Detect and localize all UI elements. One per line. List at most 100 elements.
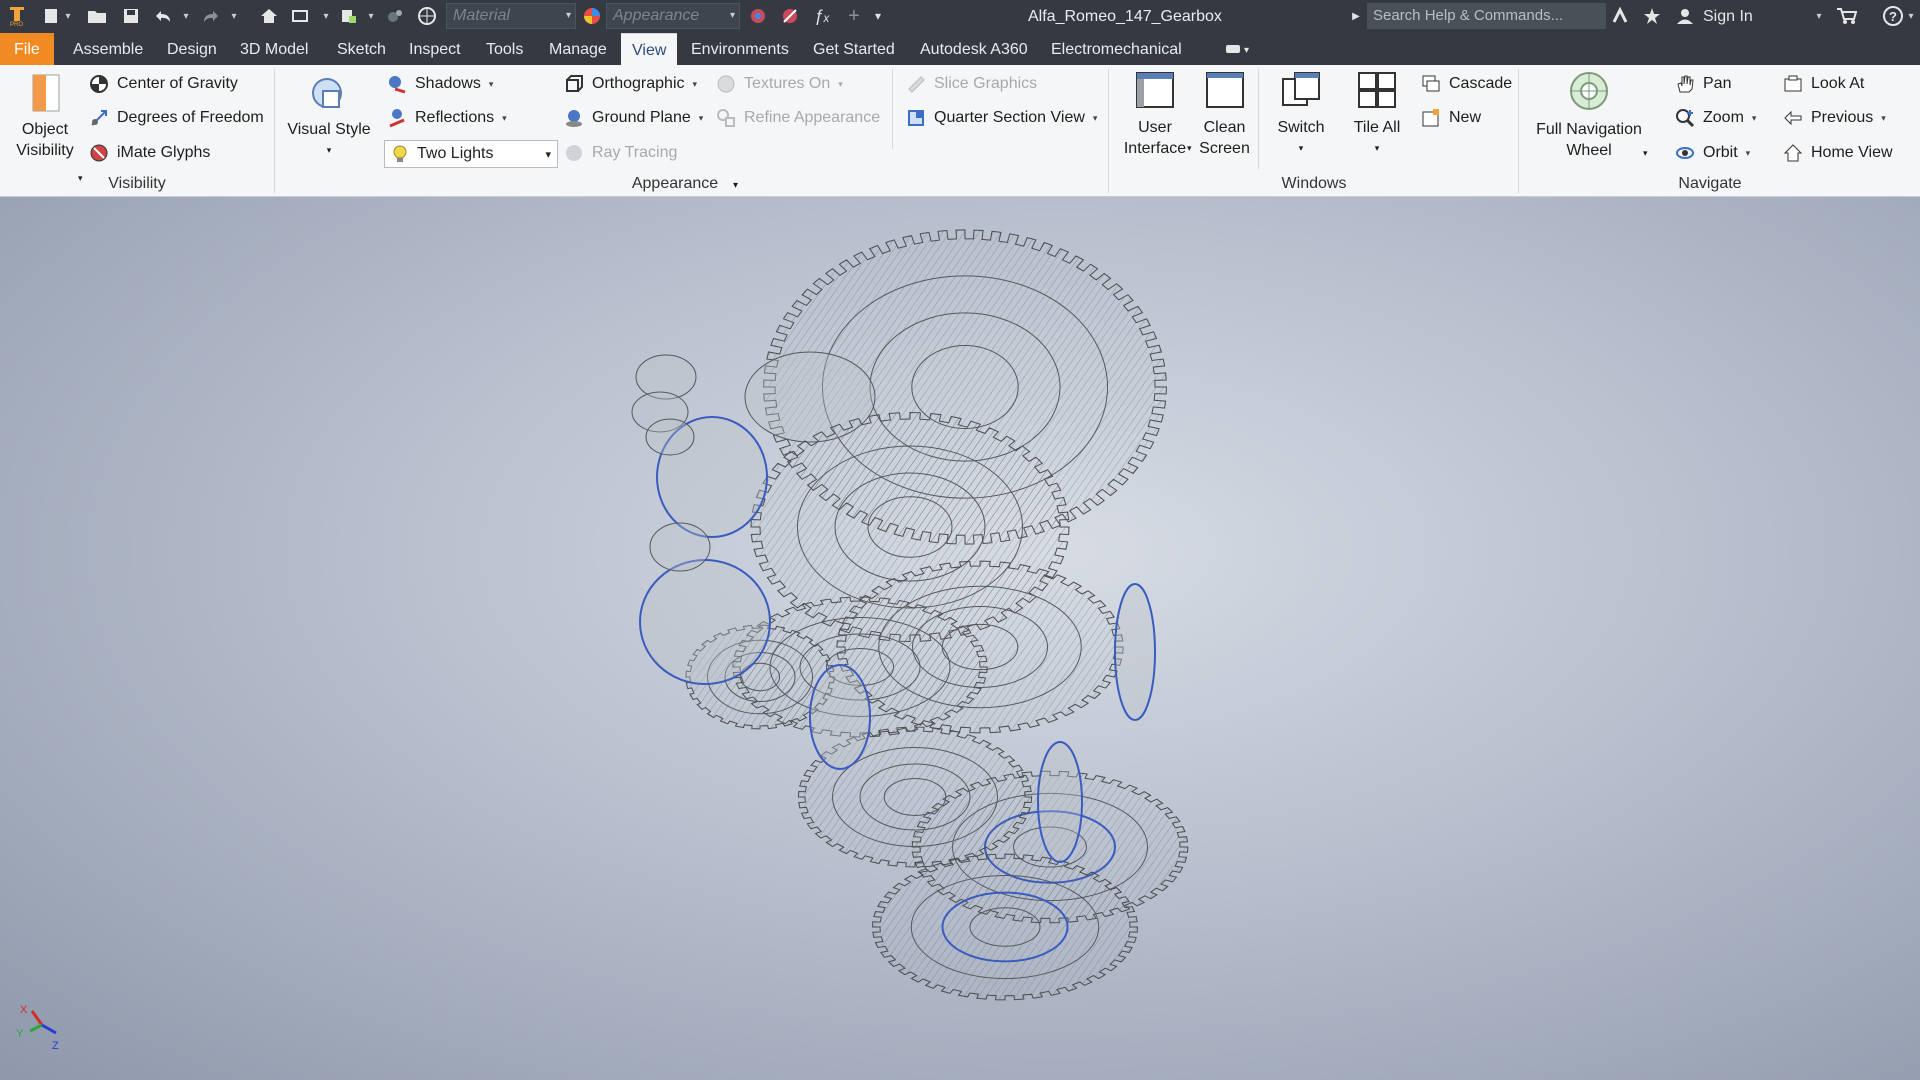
measure-icon[interactable]	[384, 4, 406, 28]
tab-assemble[interactable]: Assemble	[62, 33, 154, 65]
add-icon[interactable]: +	[843, 4, 865, 28]
visual-style-label: Visual Style	[287, 121, 371, 138]
navigation-wheel-dropdown-icon[interactable]: ▾	[1643, 140, 1648, 166]
ribbon-display-options-icon[interactable]: ▾	[1222, 38, 1256, 60]
user-interface-dropdown-icon[interactable]: ▾	[1187, 135, 1192, 161]
zoom-button[interactable]: Zoom ▾	[1674, 105, 1756, 131]
gear-part[interactable]	[871, 853, 1139, 1001]
select-dropdown-icon[interactable]: ▾	[320, 4, 332, 28]
favorites-star-icon[interactable]	[1640, 4, 1664, 28]
redo-dropdown-icon[interactable]: ▾	[228, 4, 240, 28]
update-dropdown-icon[interactable]: ▾	[365, 4, 377, 28]
center-of-gravity-button[interactable]: Center of Gravity	[88, 71, 238, 97]
shaft-part[interactable]	[645, 418, 695, 456]
graphics-viewport[interactable]: X Y Z	[0, 197, 1920, 1080]
appearance-panel-title[interactable]: Appearance	[630, 175, 720, 195]
home-icon[interactable]	[258, 4, 280, 28]
visual-style-button[interactable]: Visual Style ▾	[284, 71, 374, 161]
navigation-wheel-icon	[1570, 72, 1608, 110]
switch-window-button[interactable]: Switch ▾	[1268, 69, 1334, 159]
customize-toolbar-icon[interactable]: ▾	[870, 4, 886, 28]
tab-view[interactable]: View	[621, 33, 678, 65]
appearance-dropdown-icon: ▾	[729, 10, 735, 21]
quarter-section-dropdown-icon: ▾	[1092, 112, 1098, 123]
open-folder-icon[interactable]	[86, 4, 108, 28]
clean-screen-button[interactable]: Clean Screen	[1197, 69, 1252, 159]
cascade-button[interactable]: Cascade	[1420, 71, 1512, 97]
gear-part[interactable]	[836, 560, 1124, 734]
inventor-logo-icon[interactable]: PRO	[6, 4, 28, 28]
appearance-select[interactable]: Appearance ▾	[606, 3, 740, 29]
tab-file[interactable]: File	[0, 33, 54, 65]
refine-appearance-button[interactable]: Refine Appearance	[715, 105, 880, 131]
pan-button[interactable]: Pan	[1674, 71, 1731, 97]
user-interface-icon	[1136, 72, 1174, 108]
lighting-style-select[interactable]: Two Lights ▾	[384, 140, 558, 168]
material-select[interactable]: Material ▾	[446, 3, 576, 29]
inventor-window: PRO ▾ ▾ ▾ ▾ ▾ Material ▾ Appearance ▾ ƒₓ…	[0, 0, 1920, 1080]
tab-tools[interactable]: Tools	[475, 33, 534, 65]
cascade-icon	[1420, 73, 1442, 95]
user-interface-button[interactable]: User Interface	[1115, 69, 1195, 159]
slice-graphics-button[interactable]: Slice Graphics	[905, 71, 1037, 97]
tab-environments[interactable]: Environments	[680, 33, 800, 65]
undo-dropdown-icon[interactable]: ▾	[180, 4, 192, 28]
search-input[interactable]: Search Help & Commands...	[1367, 3, 1606, 29]
new-dropdown-icon[interactable]: ▾	[62, 4, 74, 28]
shaft-part[interactable]	[639, 559, 771, 685]
look-at-button[interactable]: Look At	[1782, 71, 1864, 97]
title-bar: PRO ▾ ▾ ▾ ▾ ▾ Material ▾ Appearance ▾ ƒₓ…	[0, 0, 1920, 33]
tile-all-label: Tile All	[1353, 119, 1401, 136]
reflections-button[interactable]: Reflections ▾	[386, 105, 507, 131]
textures-on-button[interactable]: Textures On ▾	[715, 71, 843, 97]
adjust-appearance-icon[interactable]	[747, 4, 769, 28]
select-icon[interactable]	[290, 4, 312, 28]
quarter-section-view-button[interactable]: Quarter Section View ▾	[905, 105, 1097, 131]
search-expand-icon[interactable]: ▶	[1349, 4, 1363, 28]
object-visibility-button[interactable]: Object Visibility	[10, 71, 80, 161]
tab-get-started[interactable]: Get Started	[802, 33, 906, 65]
new-file-icon[interactable]	[40, 4, 62, 28]
tab-design[interactable]: Design	[156, 33, 228, 65]
save-icon[interactable]	[120, 4, 142, 28]
binoculars-icon[interactable]	[1608, 4, 1632, 28]
help-dropdown-icon[interactable]: ▾	[1905, 4, 1917, 28]
fx-parameters-icon[interactable]: ƒₓ	[811, 4, 833, 28]
tab-autodesk-a360[interactable]: Autodesk A360	[909, 33, 1039, 65]
imate-glyphs-button[interactable]: iMate Glyphs	[88, 140, 210, 166]
imate-glyphs-label: iMate Glyphs	[117, 144, 211, 161]
orthographic-icon	[563, 73, 585, 95]
tile-all-button[interactable]: Tile All ▾	[1344, 69, 1410, 159]
tab-sketch[interactable]: Sketch	[326, 33, 397, 65]
full-navigation-wheel-button[interactable]: Full Navigation Wheel	[1530, 71, 1648, 161]
sign-in-link[interactable]: Sign In	[1703, 0, 1753, 33]
cart-icon[interactable]	[1834, 4, 1860, 28]
redo-icon[interactable]	[200, 4, 222, 28]
previous-view-button[interactable]: Previous ▾	[1782, 105, 1886, 131]
new-window-button[interactable]: New	[1420, 105, 1481, 131]
shaft-part[interactable]	[809, 664, 871, 770]
home-view-button[interactable]: Home View	[1782, 140, 1893, 166]
ground-plane-button[interactable]: Ground Plane ▾	[563, 105, 703, 131]
degrees-of-freedom-button[interactable]: Degrees of Freedom	[88, 105, 264, 131]
clear-appearance-icon[interactable]	[779, 4, 801, 28]
update-icon[interactable]	[338, 4, 360, 28]
shadows-button[interactable]: Shadows ▾	[386, 71, 493, 97]
shaft-part[interactable]	[1037, 741, 1083, 863]
tab-manage[interactable]: Manage	[538, 33, 618, 65]
tab-inspect[interactable]: Inspect	[398, 33, 472, 65]
shaft-part[interactable]	[649, 522, 711, 572]
gearbox-assembly-model[interactable]: X Y Z	[0, 197, 1920, 1080]
ray-tracing-button[interactable]: Ray Tracing	[563, 140, 677, 166]
tab-electromechanical[interactable]: Electromechanical	[1040, 33, 1193, 65]
undo-icon[interactable]	[152, 4, 174, 28]
globe-icon[interactable]	[416, 4, 438, 28]
pan-label: Pan	[1703, 75, 1732, 92]
shaft-part[interactable]	[1114, 583, 1156, 721]
orthographic-button[interactable]: Orthographic ▾	[563, 71, 697, 97]
help-icon[interactable]: ?	[1880, 4, 1906, 28]
appearance-panel-expand-icon[interactable]: ▾	[733, 175, 738, 195]
orbit-button[interactable]: Orbit ▾	[1674, 140, 1750, 166]
tab-3d-model[interactable]: 3D Model	[229, 33, 319, 65]
sign-in-dropdown-icon[interactable]: ▾	[1812, 4, 1826, 28]
